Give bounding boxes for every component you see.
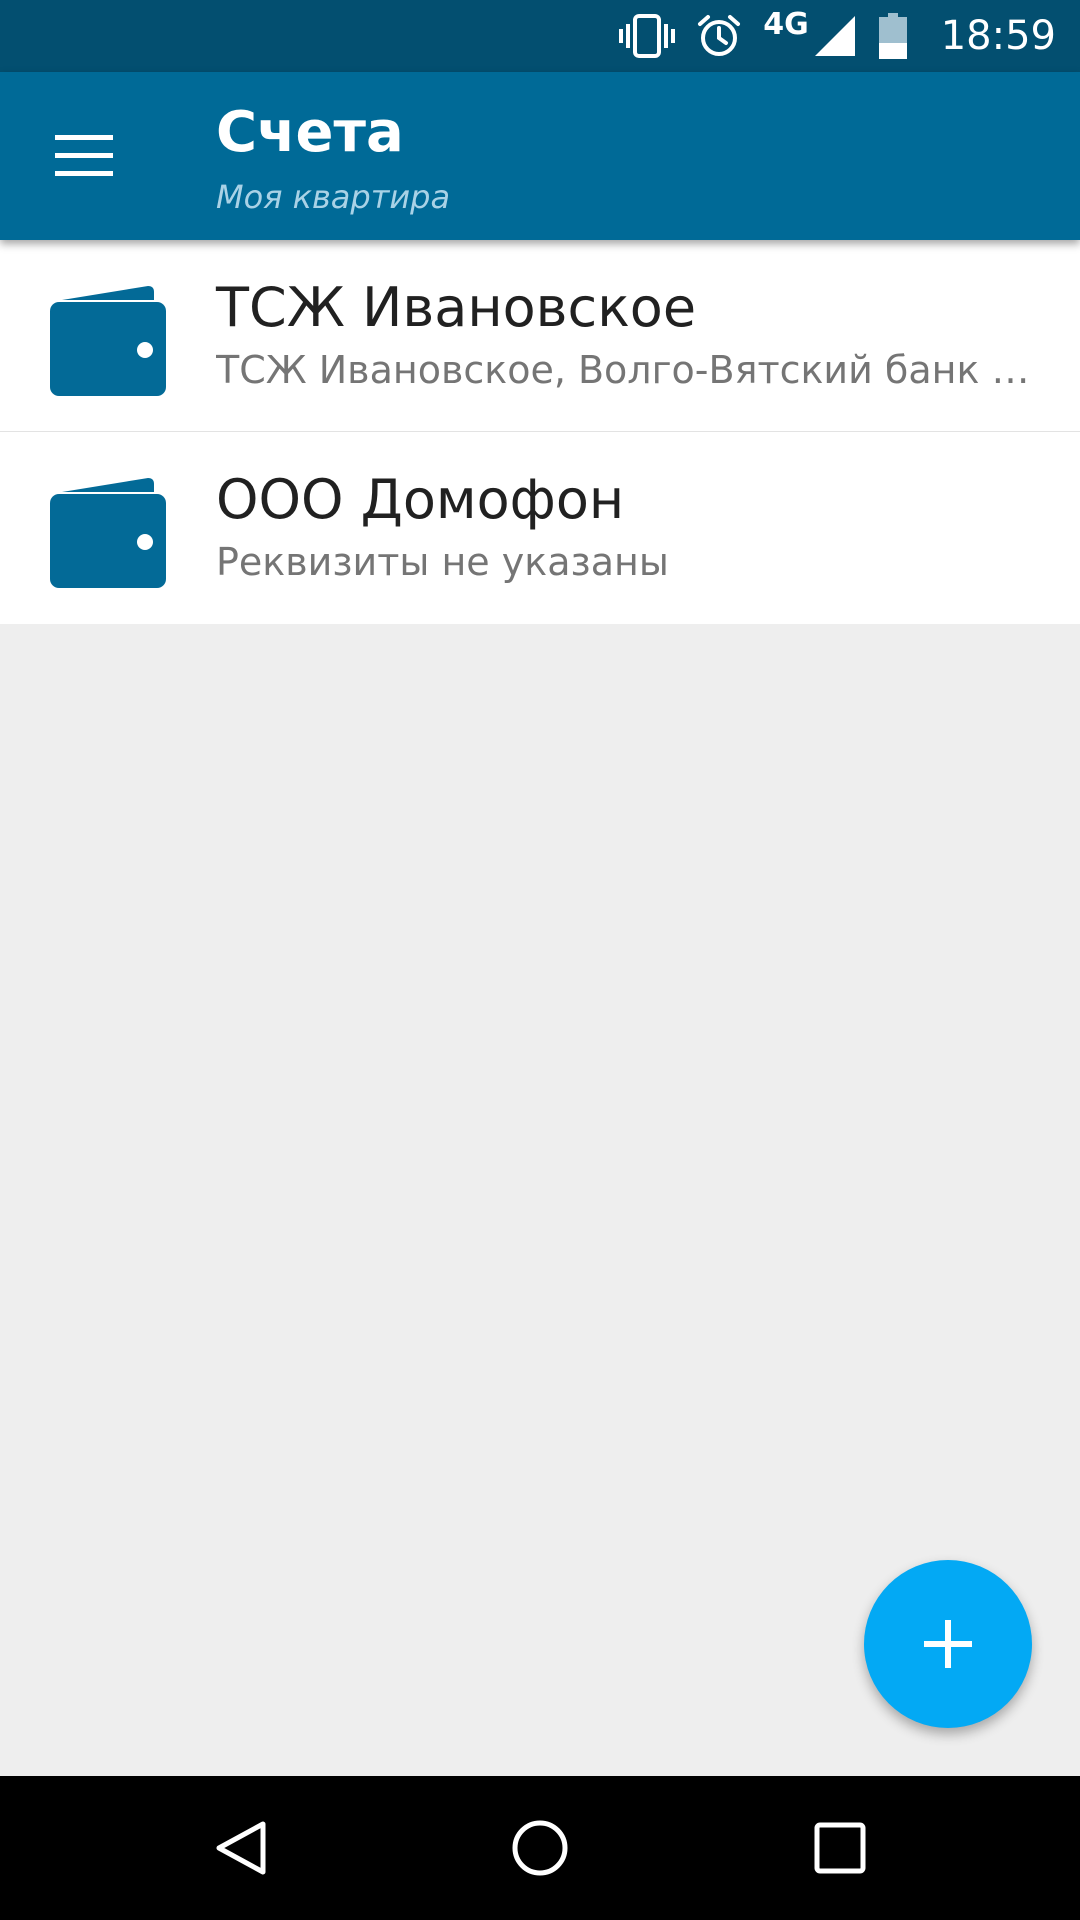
account-title: ООО Домофон xyxy=(216,468,625,531)
plus-icon xyxy=(924,1620,972,1668)
back-button[interactable] xyxy=(191,1798,291,1898)
menu-icon xyxy=(55,135,113,176)
navigation-bar xyxy=(0,1776,1080,1920)
back-icon xyxy=(216,1821,266,1875)
recents-button[interactable] xyxy=(790,1798,890,1898)
page-title: Счета xyxy=(216,100,404,165)
wallet-icon xyxy=(50,286,166,396)
account-subtitle: ТСЖ Ивановское, Волго-Вятский банк П... xyxy=(216,348,1036,392)
page-subtitle: Моя квартира xyxy=(216,178,451,216)
home-icon xyxy=(512,1820,568,1876)
network-type-label: 4G xyxy=(763,6,809,42)
add-account-button[interactable] xyxy=(864,1560,1032,1728)
vibrate-icon xyxy=(619,14,676,58)
app-bar: Счета Моя квартира xyxy=(0,72,1080,240)
alarm-icon xyxy=(697,14,741,58)
account-subtitle: Реквизиты не указаны xyxy=(216,540,669,584)
screen: 4G 18:59 Счета Моя квартира ТСЖ Ивановск… xyxy=(0,0,1080,1920)
battery-icon xyxy=(878,13,907,59)
status-clock: 18:59 xyxy=(940,13,1056,59)
menu-button[interactable] xyxy=(40,112,128,200)
wallet-icon xyxy=(50,478,166,588)
signal-icon xyxy=(813,14,857,58)
home-button[interactable] xyxy=(490,1798,590,1898)
accounts-list: ТСЖ Ивановское ТСЖ Ивановское, Волго-Вят… xyxy=(0,240,1080,624)
status-bar: 4G 18:59 xyxy=(0,0,1080,72)
recents-icon xyxy=(814,1822,866,1874)
account-item[interactable]: ООО Домофон Реквизиты не указаны xyxy=(0,432,1080,624)
account-item[interactable]: ТСЖ Ивановское ТСЖ Ивановское, Волго-Вят… xyxy=(0,240,1080,432)
status-icons: 4G 18:59 xyxy=(597,0,1056,72)
account-title: ТСЖ Ивановское xyxy=(216,276,697,339)
